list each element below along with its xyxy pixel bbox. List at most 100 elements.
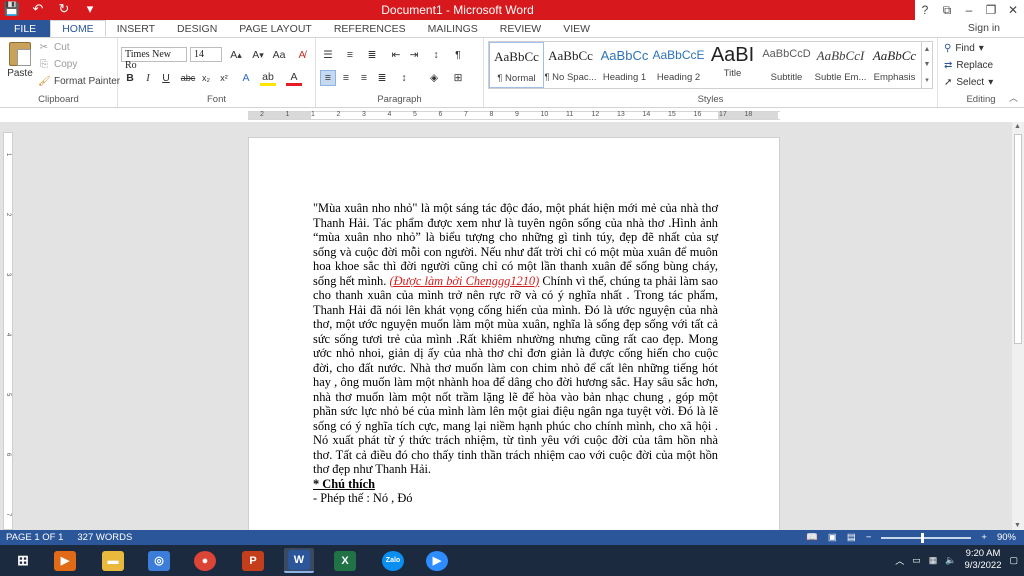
taskbar-excel[interactable]: X	[330, 548, 360, 573]
page-count[interactable]: PAGE 1 OF 1	[6, 532, 63, 543]
underline-icon[interactable]: U	[158, 70, 174, 86]
style-emphasis[interactable]: AaBbCc Emphasis	[867, 42, 922, 88]
zoom-out-icon[interactable]: −	[866, 532, 872, 543]
collapse-ribbon-icon[interactable]: ︿	[1009, 91, 1018, 104]
align-center-icon[interactable]: ≡	[338, 70, 354, 86]
tab-page-layout[interactable]: PAGE LAYOUT	[228, 20, 323, 37]
tab-home[interactable]: HOME	[50, 20, 106, 37]
numbering-icon[interactable]: ≡	[342, 47, 358, 63]
zoom-level[interactable]: 90%	[997, 532, 1016, 543]
show-formatting-marks-icon[interactable]: ¶	[450, 47, 466, 63]
sort-icon[interactable]: ↕	[428, 47, 444, 63]
scroll-up-arrow-icon[interactable]: ▲	[1014, 123, 1021, 130]
shading-icon[interactable]: ◈	[426, 70, 442, 86]
justify-icon[interactable]: ≣	[374, 70, 390, 86]
taskbar-word[interactable]: W	[284, 548, 314, 573]
increase-indent-icon[interactable]: ⇥	[406, 47, 422, 63]
style-title[interactable]: AaBI Title	[705, 42, 760, 88]
scroll-down-arrow-icon[interactable]: ▼	[1014, 522, 1021, 529]
read-mode-icon[interactable]: 📖	[806, 532, 818, 543]
superscript-icon[interactable]: x²	[216, 70, 232, 86]
word-count[interactable]: 327 WORDS	[77, 532, 132, 543]
style-subtitle[interactable]: AaBbCcD Subtitle	[759, 42, 814, 88]
taskbar-powerpoint[interactable]: P	[238, 548, 268, 573]
font-name-box[interactable]: Times New Ro	[121, 47, 187, 71]
clock[interactable]: 9:20 AM 9/3/2022	[965, 548, 1002, 572]
minimize-button[interactable]: –	[958, 0, 980, 20]
select-button[interactable]: ➚ Select ▾	[944, 77, 993, 88]
zoom-slider[interactable]	[881, 532, 972, 543]
tab-review[interactable]: REVIEW	[489, 20, 552, 37]
tab-references[interactable]: REFERENCES	[323, 20, 417, 37]
taskbar-media-player[interactable]: ▶	[50, 548, 80, 573]
format-painter-button[interactable]: 🖌 Format Painter	[38, 76, 120, 87]
close-button[interactable]: ✕	[1002, 0, 1024, 20]
more-styles-icon[interactable]: ▾	[925, 76, 929, 84]
replace-button[interactable]: ⇄ Replace	[944, 60, 993, 71]
bullets-icon[interactable]: ☰	[320, 47, 336, 63]
styles-scroll[interactable]: ▲ ▼ ▾	[921, 42, 932, 88]
change-case-icon[interactable]: Aa	[271, 47, 287, 63]
bold-icon[interactable]: B	[122, 70, 138, 86]
vertical-ruler[interactable]: 1 2 3 4 5 6 7	[3, 132, 13, 530]
style-subtle-emphasis[interactable]: AaBbCcI Subtle Em...	[813, 42, 868, 88]
style-heading-2[interactable]: AaBbCcE Heading 2	[651, 42, 706, 88]
copy-button[interactable]: ⎘ Copy	[38, 59, 77, 70]
style-normal[interactable]: AaBbCc ¶ Normal	[489, 42, 544, 88]
align-left-icon[interactable]: ≡	[320, 70, 336, 86]
paste-button[interactable]: Paste	[6, 42, 34, 79]
battery-icon[interactable]: ▭	[912, 555, 921, 566]
tab-design[interactable]: DESIGN	[166, 20, 228, 37]
notifications-icon[interactable]: ▢	[1009, 555, 1018, 566]
borders-icon[interactable]: ⊞	[450, 70, 466, 86]
sign-in-link[interactable]: Sign in	[968, 22, 1000, 34]
help-button[interactable]: ?	[914, 0, 936, 20]
scroll-thumb[interactable]	[1014, 134, 1022, 344]
highlight-icon[interactable]: ab	[260, 70, 276, 86]
line-spacing-icon[interactable]: ↕	[396, 70, 412, 86]
shrink-font-icon[interactable]: A ▾	[250, 47, 266, 63]
style-no-spacing[interactable]: AaBbCc ¶ No Spac...	[543, 42, 598, 88]
print-layout-icon[interactable]: ▣	[828, 532, 837, 543]
taskbar-zoom[interactable]: ▶	[422, 548, 452, 573]
font-size-box[interactable]: 14	[190, 47, 222, 62]
decrease-indent-icon[interactable]: ⇤	[388, 47, 404, 63]
taskbar-file-explorer[interactable]: ▬	[98, 548, 128, 573]
find-button[interactable]: ⚲ Find ▾	[944, 43, 984, 54]
taskbar-zalo[interactable]: Zalo	[378, 548, 408, 573]
show-hidden-icons-icon[interactable]: ︿	[895, 554, 904, 567]
taskbar-app[interactable]: ◎	[144, 548, 174, 573]
grow-font-icon[interactable]: A ▴	[228, 47, 244, 63]
network-icon[interactable]: ▦	[929, 555, 938, 566]
strikethrough-icon[interactable]: abc	[180, 70, 196, 86]
zoom-in-icon[interactable]: +	[981, 532, 987, 543]
scroll-down-icon[interactable]: ▼	[924, 61, 931, 68]
scroll-up-icon[interactable]: ▲	[924, 46, 931, 53]
tab-mailings[interactable]: MAILINGS	[417, 20, 489, 37]
volume-icon[interactable]: 🔈	[945, 555, 956, 566]
web-layout-icon[interactable]: ▤	[847, 532, 856, 543]
multilevel-list-icon[interactable]: ≣	[364, 47, 380, 63]
document-body[interactable]: "Mùa xuân nho nhỏ" là một sáng tác độc đ…	[313, 201, 718, 506]
style-preview: AaBbCcD	[762, 48, 811, 60]
ruler-number: 7	[464, 111, 468, 118]
subscript-icon[interactable]: x₂	[198, 70, 214, 86]
align-right-icon[interactable]: ≡	[356, 70, 372, 86]
tab-view[interactable]: VIEW	[552, 20, 601, 37]
text-effects-icon[interactable]: A	[238, 70, 254, 86]
italic-icon[interactable]: I	[140, 70, 156, 86]
font-color-icon[interactable]: A	[286, 70, 302, 86]
vertical-scrollbar[interactable]: ▲ ▼	[1012, 122, 1024, 530]
tab-file[interactable]: FILE	[0, 20, 51, 37]
style-heading-1[interactable]: AaBbCc Heading 1	[597, 42, 652, 88]
restore-button[interactable]: ❐	[980, 0, 1002, 20]
clear-formatting-icon[interactable]: A̸	[294, 47, 310, 63]
cut-button[interactable]: ✂ Cut	[38, 42, 70, 53]
start-button[interactable]: ⊞	[8, 548, 38, 573]
tab-insert[interactable]: INSERT	[106, 20, 166, 37]
ribbon-display-options-button[interactable]: ⧉	[936, 0, 958, 20]
document-page[interactable]: "Mùa xuân nho nhỏ" là một sáng tác độc đ…	[248, 137, 780, 537]
horizontal-ruler[interactable]: 2 1 1 2 3 4 5 6 7 8 9 10 11 12 13 14 15 16 17 18	[248, 111, 780, 120]
window-title: Document1 - Microsoft Word	[381, 3, 534, 17]
taskbar-chrome[interactable]: ●	[190, 548, 220, 573]
